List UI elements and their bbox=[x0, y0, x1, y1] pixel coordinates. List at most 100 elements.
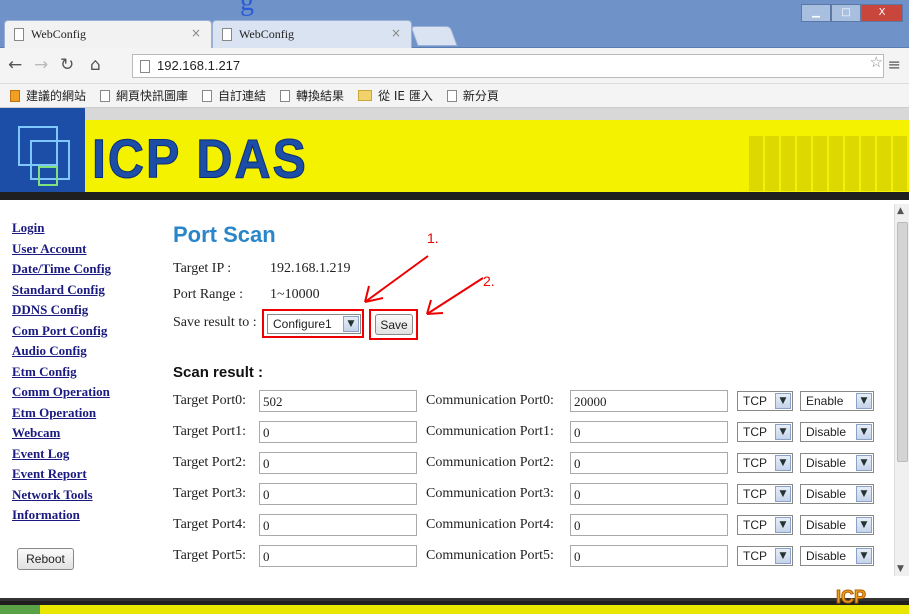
bookmark-item[interactable]: 轉換結果 bbox=[280, 87, 344, 104]
logo-square-icon bbox=[38, 166, 58, 186]
reload-icon[interactable]: ↻ bbox=[60, 55, 74, 75]
select-value: TCP bbox=[743, 394, 767, 408]
chevron-down-icon: ▼ bbox=[856, 424, 872, 440]
close-window-icon[interactable]: X bbox=[861, 4, 903, 22]
chevron-down-icon: ▼ bbox=[775, 424, 791, 440]
home-icon[interactable]: ⌂ bbox=[90, 55, 101, 75]
communication-port-label: Communication Port3: bbox=[426, 486, 554, 501]
tab-webconfig-1[interactable]: WebConfig × bbox=[4, 20, 212, 48]
bookmark-star-icon[interactable]: ☆ bbox=[870, 53, 883, 71]
status-select[interactable]: Enable ▼ bbox=[800, 391, 874, 411]
target-port-label: Target Port4: bbox=[173, 517, 247, 532]
communication-port-input[interactable]: 0 bbox=[570, 545, 728, 567]
chevron-down-icon: ▼ bbox=[856, 455, 872, 471]
status-select[interactable]: Disable ▼ bbox=[800, 484, 874, 504]
chevron-down-icon: ▼ bbox=[856, 393, 872, 409]
minimize-icon[interactable]: ▁ bbox=[801, 4, 831, 22]
status-select[interactable]: Disable ▼ bbox=[800, 515, 874, 535]
protocol-select[interactable]: TCP ▼ bbox=[737, 391, 793, 411]
sidebar-item-etm-config[interactable]: Etm Config bbox=[12, 362, 162, 383]
forward-arrow-icon[interactable]: → bbox=[34, 55, 48, 75]
sidebar-item-event-report[interactable]: Event Report bbox=[12, 464, 162, 485]
sidebar-item-network-tools[interactable]: Network Tools bbox=[12, 485, 162, 506]
bookmark-label: 建議的網站 bbox=[26, 89, 87, 103]
sidebar-item-user-account[interactable]: User Account bbox=[12, 239, 162, 260]
target-port-label: Target Port2: bbox=[173, 455, 247, 470]
chevron-down-icon: ▼ bbox=[856, 517, 872, 533]
tab-webconfig-2[interactable]: WebConfig × bbox=[212, 20, 412, 48]
close-tab-icon[interactable]: × bbox=[191, 26, 201, 40]
page-title: Port Scan bbox=[173, 222, 276, 247]
reboot-button[interactable]: Reboot bbox=[17, 548, 74, 570]
sidebar-nav: Login User Account Date/Time Config Stan… bbox=[12, 218, 162, 526]
bookmark-item[interactable]: 新分頁 bbox=[446, 87, 499, 104]
status-select[interactable]: Disable ▼ bbox=[800, 453, 874, 473]
target-port-input[interactable]: 0 bbox=[259, 421, 417, 443]
new-tab-button[interactable] bbox=[410, 26, 458, 46]
page-scrollbar[interactable]: ▲ ▼ bbox=[894, 204, 909, 576]
close-tab-icon[interactable]: × bbox=[391, 26, 401, 40]
protocol-select[interactable]: TCP ▼ bbox=[737, 422, 793, 442]
sidebar-item-ddns-config[interactable]: DDNS Config bbox=[12, 300, 162, 321]
page-icon bbox=[14, 28, 24, 41]
browser-titlebar: WebConfig × WebConfig × ▁ □ X bbox=[0, 0, 909, 48]
communication-port-label: Communication Port5: bbox=[426, 548, 554, 563]
icpdas-logo: ICP DAS bbox=[92, 128, 308, 191]
bookmark-label: 轉換結果 bbox=[296, 89, 345, 103]
url-text: 192.168.1.217 bbox=[157, 58, 241, 73]
target-port-label: Target Port1: bbox=[173, 424, 247, 439]
sidebar-item-login[interactable]: Login bbox=[12, 218, 162, 239]
page-icon bbox=[446, 89, 457, 102]
chevron-down-icon: ▼ bbox=[775, 548, 791, 564]
communication-port-input[interactable]: 0 bbox=[570, 421, 728, 443]
scrollbar-thumb[interactable] bbox=[897, 222, 908, 462]
maximize-icon[interactable]: □ bbox=[831, 4, 861, 22]
sidebar-item-webcam[interactable]: Webcam bbox=[12, 423, 162, 444]
sidebar-item-com-port-config[interactable]: Com Port Config bbox=[12, 321, 162, 342]
page-icon bbox=[202, 89, 213, 102]
annotation-arrow-line bbox=[426, 277, 484, 315]
communication-port-label: Communication Port1: bbox=[426, 424, 554, 439]
window-controls: ▁ □ X bbox=[801, 4, 903, 22]
bookmark-item[interactable]: 從 IE 匯入 bbox=[358, 87, 433, 104]
target-port-input[interactable]: 502 bbox=[259, 390, 417, 412]
protocol-select[interactable]: TCP ▼ bbox=[737, 453, 793, 473]
communication-port-input[interactable]: 0 bbox=[570, 514, 728, 536]
chevron-down-icon: ▼ bbox=[775, 455, 791, 471]
url-input[interactable]: 192.168.1.217 bbox=[132, 54, 884, 78]
scroll-down-icon[interactable]: ▼ bbox=[897, 564, 904, 574]
sidebar-item-event-log[interactable]: Event Log bbox=[12, 444, 162, 465]
protocol-select[interactable]: TCP ▼ bbox=[737, 515, 793, 535]
target-port-input[interactable]: 0 bbox=[259, 545, 417, 567]
target-port-input[interactable]: 0 bbox=[259, 483, 417, 505]
banner-strip bbox=[85, 108, 909, 120]
target-port-label: Target Port3: bbox=[173, 486, 247, 501]
target-port-input[interactable]: 0 bbox=[259, 452, 417, 474]
sidebar-item-etm-operation[interactable]: Etm Operation bbox=[12, 403, 162, 424]
overlay-caption: g bbox=[240, 0, 254, 17]
target-port-label: Target Port5: bbox=[173, 548, 247, 563]
bookmark-item[interactable]: 自訂連結 bbox=[202, 87, 266, 104]
sidebar-item-comm-operation[interactable]: Comm Operation bbox=[12, 382, 162, 403]
communication-port-input[interactable]: 0 bbox=[570, 452, 728, 474]
banner-decoration bbox=[749, 136, 909, 191]
select-value: Disable bbox=[806, 456, 847, 470]
sidebar-item-standard-config[interactable]: Standard Config bbox=[12, 280, 162, 301]
sidebar-item-date-time-config[interactable]: Date/Time Config bbox=[12, 259, 162, 280]
status-select[interactable]: Disable ▼ bbox=[800, 422, 874, 442]
status-select[interactable]: Disable ▼ bbox=[800, 546, 874, 566]
protocol-select[interactable]: TCP ▼ bbox=[737, 484, 793, 504]
sidebar-item-audio-config[interactable]: Audio Config bbox=[12, 341, 162, 362]
back-arrow-icon[interactable]: ← bbox=[8, 55, 22, 75]
bookmark-item[interactable]: 網頁快訊圖庫 bbox=[100, 87, 188, 104]
chevron-down-icon: ▼ bbox=[775, 486, 791, 502]
protocol-select[interactable]: TCP ▼ bbox=[737, 546, 793, 566]
communication-port-input[interactable]: 0 bbox=[570, 483, 728, 505]
sidebar-item-information[interactable]: Information bbox=[12, 505, 162, 526]
menu-icon[interactable]: ≡ bbox=[888, 55, 901, 74]
bookmark-item[interactable]: 建議的網站 bbox=[10, 87, 86, 104]
communication-port-input[interactable]: 20000 bbox=[570, 390, 728, 412]
scroll-up-icon[interactable]: ▲ bbox=[897, 206, 904, 216]
target-port-input[interactable]: 0 bbox=[259, 514, 417, 536]
select-value: TCP bbox=[743, 549, 767, 563]
